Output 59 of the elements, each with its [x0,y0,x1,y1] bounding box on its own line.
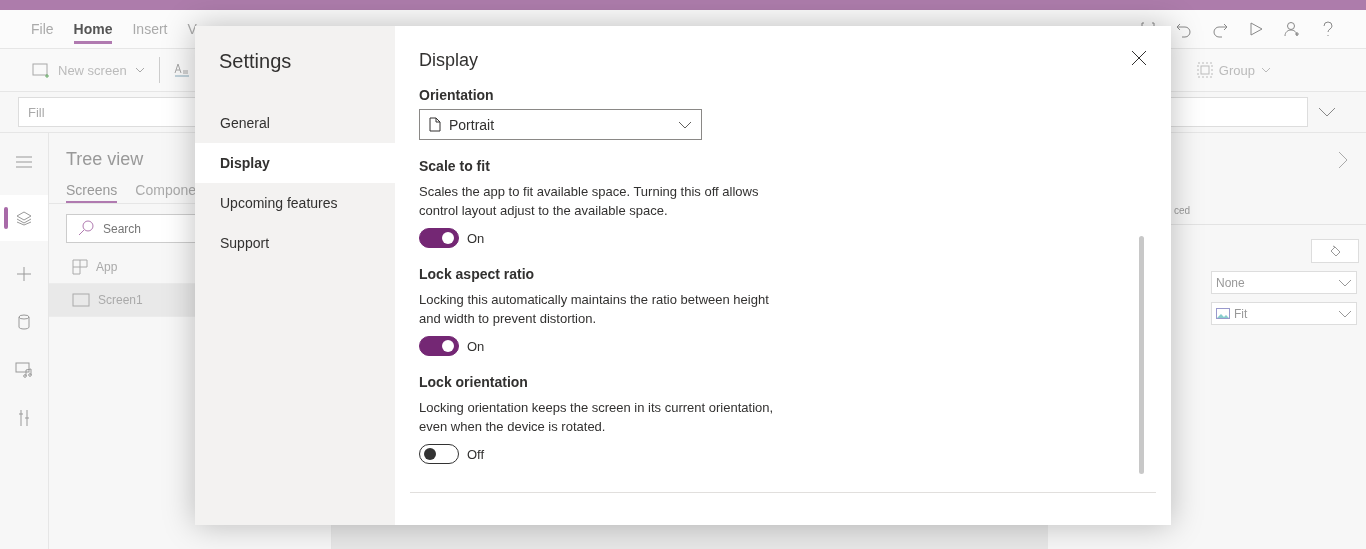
paint-button[interactable] [1311,239,1359,263]
group-button[interactable]: Group [1218,62,1255,78]
panel-tab[interactable]: ced [1174,205,1191,216]
nav-item[interactable]: General [195,103,395,143]
group-icon[interactable] [1196,62,1213,78]
dropdown[interactable]: Fit [1211,302,1357,325]
nav-item[interactable]: Display [195,143,395,183]
caret-down-icon[interactable] [1261,67,1271,73]
rail-tab[interactable] [0,195,48,241]
app-icon [72,259,88,275]
menu-tab[interactable]: Home [73,14,113,44]
image-icon [1216,308,1230,319]
search-icon [78,220,94,236]
toggle-switch[interactable] [419,228,459,248]
setting-title: Scale to fit [419,158,491,174]
menu-tab[interactable]: Insert [132,14,168,44]
dropdown[interactable]: None [1211,271,1357,294]
page-icon [429,117,441,132]
orientation-dropdown[interactable]: Portrait [419,109,702,140]
help-icon[interactable] [1320,20,1336,38]
field-label: Orientation [419,87,495,103]
menu-icon[interactable] [15,155,33,169]
add-user-icon[interactable] [1284,20,1300,38]
setting-title: Lock orientation [419,374,529,390]
new-screen-icon[interactable] [32,62,50,78]
caret-down-icon[interactable] [1318,107,1336,117]
panel-title: Tree view [66,149,144,170]
panel-tab[interactable]: Screens [66,182,118,203]
setting-title: Lock aspect ratio [419,266,536,282]
caret-down-icon [678,120,692,129]
theme-icon[interactable] [173,62,190,78]
caret-down-icon [1338,278,1352,287]
paint-bucket-icon [1329,245,1341,257]
section-title: Display [419,50,479,71]
media-icon[interactable] [15,362,33,378]
screen-icon [72,293,90,307]
setting-description: Scales the app to fit available space. Turning this off allows control layout adjust to the available space. [419,183,760,220]
toggle-switch[interactable] [419,336,459,356]
close-icon[interactable] [1131,50,1147,66]
tools-icon[interactable] [18,409,30,427]
new-screen-button[interactable]: New screen [58,62,127,78]
setting-description: Locking orientation keeps the screen in its current orientation, even when the device is rotated. [419,399,775,436]
database-icon[interactable] [18,314,30,330]
caret-down-icon [1338,309,1352,318]
toggle-state-label: Off [467,446,485,462]
plus-icon[interactable] [16,266,32,282]
caret-down-icon[interactable] [134,67,145,73]
toggle-switch[interactable] [419,444,459,464]
dialog-title: Settings [218,50,293,74]
chevron-right-icon[interactable] [1338,151,1348,169]
scrollbar[interactable] [1139,236,1144,474]
toggle-state-label: On [467,230,485,246]
menu-tab[interactable]: V [187,14,197,44]
menu-tab[interactable]: File [31,14,54,44]
setting-description: Locking this automatically maintains the ratio between height and width to prevent distortion. [419,291,770,328]
layers-icon [16,210,32,226]
panel-tab[interactable]: Compone [135,182,197,203]
play-icon[interactable] [1248,20,1264,38]
toggle-state-label: On [467,338,485,354]
